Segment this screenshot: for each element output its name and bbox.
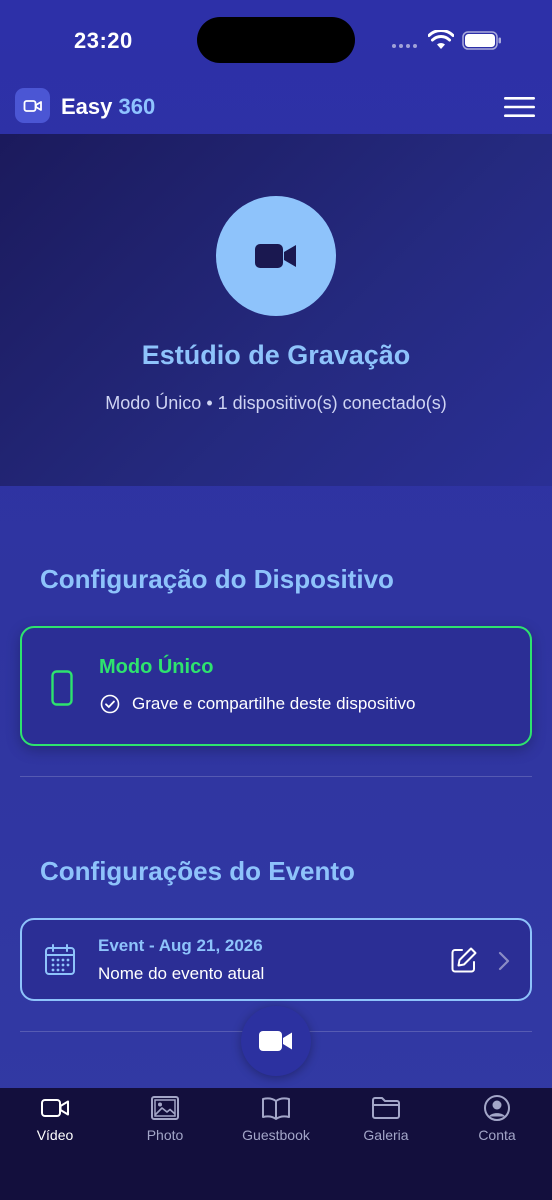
- hero-subtitle: Modo Único • 1 dispositivo(s) conectado(…: [105, 393, 447, 413]
- event-section-title: Configurações do Evento: [40, 856, 355, 886]
- video-camera-icon: [255, 244, 296, 268]
- device-section-title: Configuração do Dispositivo: [40, 564, 394, 594]
- tab-gallery[interactable]: Galeria: [331, 1088, 441, 1158]
- section-divider: [20, 776, 532, 777]
- tab-label: Vídeo: [36, 1127, 74, 1143]
- hero-title: Estúdio de Gravação: [141, 340, 411, 370]
- edit-icon[interactable]: [450, 946, 478, 974]
- tab-label: Photo: [146, 1127, 184, 1143]
- signal-icon: [392, 44, 417, 48]
- video-camera-icon: [259, 1031, 292, 1051]
- bottom-tab-bar: Vídeo Photo Guestbook Galeria Conta: [0, 1088, 552, 1200]
- smartphone-icon: [51, 670, 73, 706]
- event-card[interactable]: Event - Aug 21, 2026 Nome do evento atua…: [20, 918, 532, 1001]
- app-screen: 23:20 Easy 360 Estúdio de Gravação Modo …: [0, 0, 552, 1200]
- status-time: 23:20: [74, 28, 133, 53]
- event-description: Nome do evento atual: [98, 964, 265, 983]
- tab-photo[interactable]: Photo: [110, 1088, 220, 1158]
- account-icon: [484, 1095, 510, 1121]
- hamburger-menu-icon[interactable]: [503, 96, 536, 118]
- wifi-icon: [428, 30, 454, 49]
- device-mode-description: Grave e compartilhe deste dispositivo: [132, 694, 416, 713]
- recording-studio-hero: Estúdio de Gravação Modo Único • 1 dispo…: [0, 134, 552, 486]
- photo-icon: [151, 1096, 179, 1120]
- hero-video-badge: [216, 196, 336, 316]
- event-name: Event - Aug 21, 2026: [98, 936, 263, 955]
- app-name-accent: 360: [118, 94, 156, 119]
- chevron-right-icon[interactable]: [497, 950, 511, 972]
- app-name-main: Easy: [61, 94, 113, 119]
- app-name: Easy 360: [61, 94, 155, 120]
- tab-guestbook[interactable]: Guestbook: [221, 1088, 331, 1158]
- record-video-button[interactable]: [241, 1006, 311, 1076]
- check-circle-icon: [100, 694, 120, 714]
- app-logo: [15, 88, 50, 123]
- calendar-icon: [45, 944, 75, 975]
- device-mode-title: Modo Único: [99, 656, 214, 678]
- battery-icon: [462, 31, 501, 50]
- video-icon: [41, 1099, 69, 1117]
- tab-account[interactable]: Conta: [442, 1088, 552, 1158]
- book-icon: [262, 1097, 290, 1120]
- tab-video[interactable]: Vídeo: [0, 1088, 110, 1158]
- app-header: Easy 360: [0, 82, 552, 134]
- video-camera-icon: [23, 99, 42, 112]
- status-bar: 23:20: [0, 0, 552, 82]
- dynamic-island: [197, 17, 355, 63]
- tab-label: Guestbook: [242, 1127, 310, 1143]
- tab-label: Galeria: [363, 1127, 409, 1143]
- single-mode-card[interactable]: Modo Único Grave e compartilhe deste dis…: [20, 626, 532, 746]
- tab-label: Conta: [478, 1127, 516, 1143]
- folder-icon: [372, 1097, 400, 1119]
